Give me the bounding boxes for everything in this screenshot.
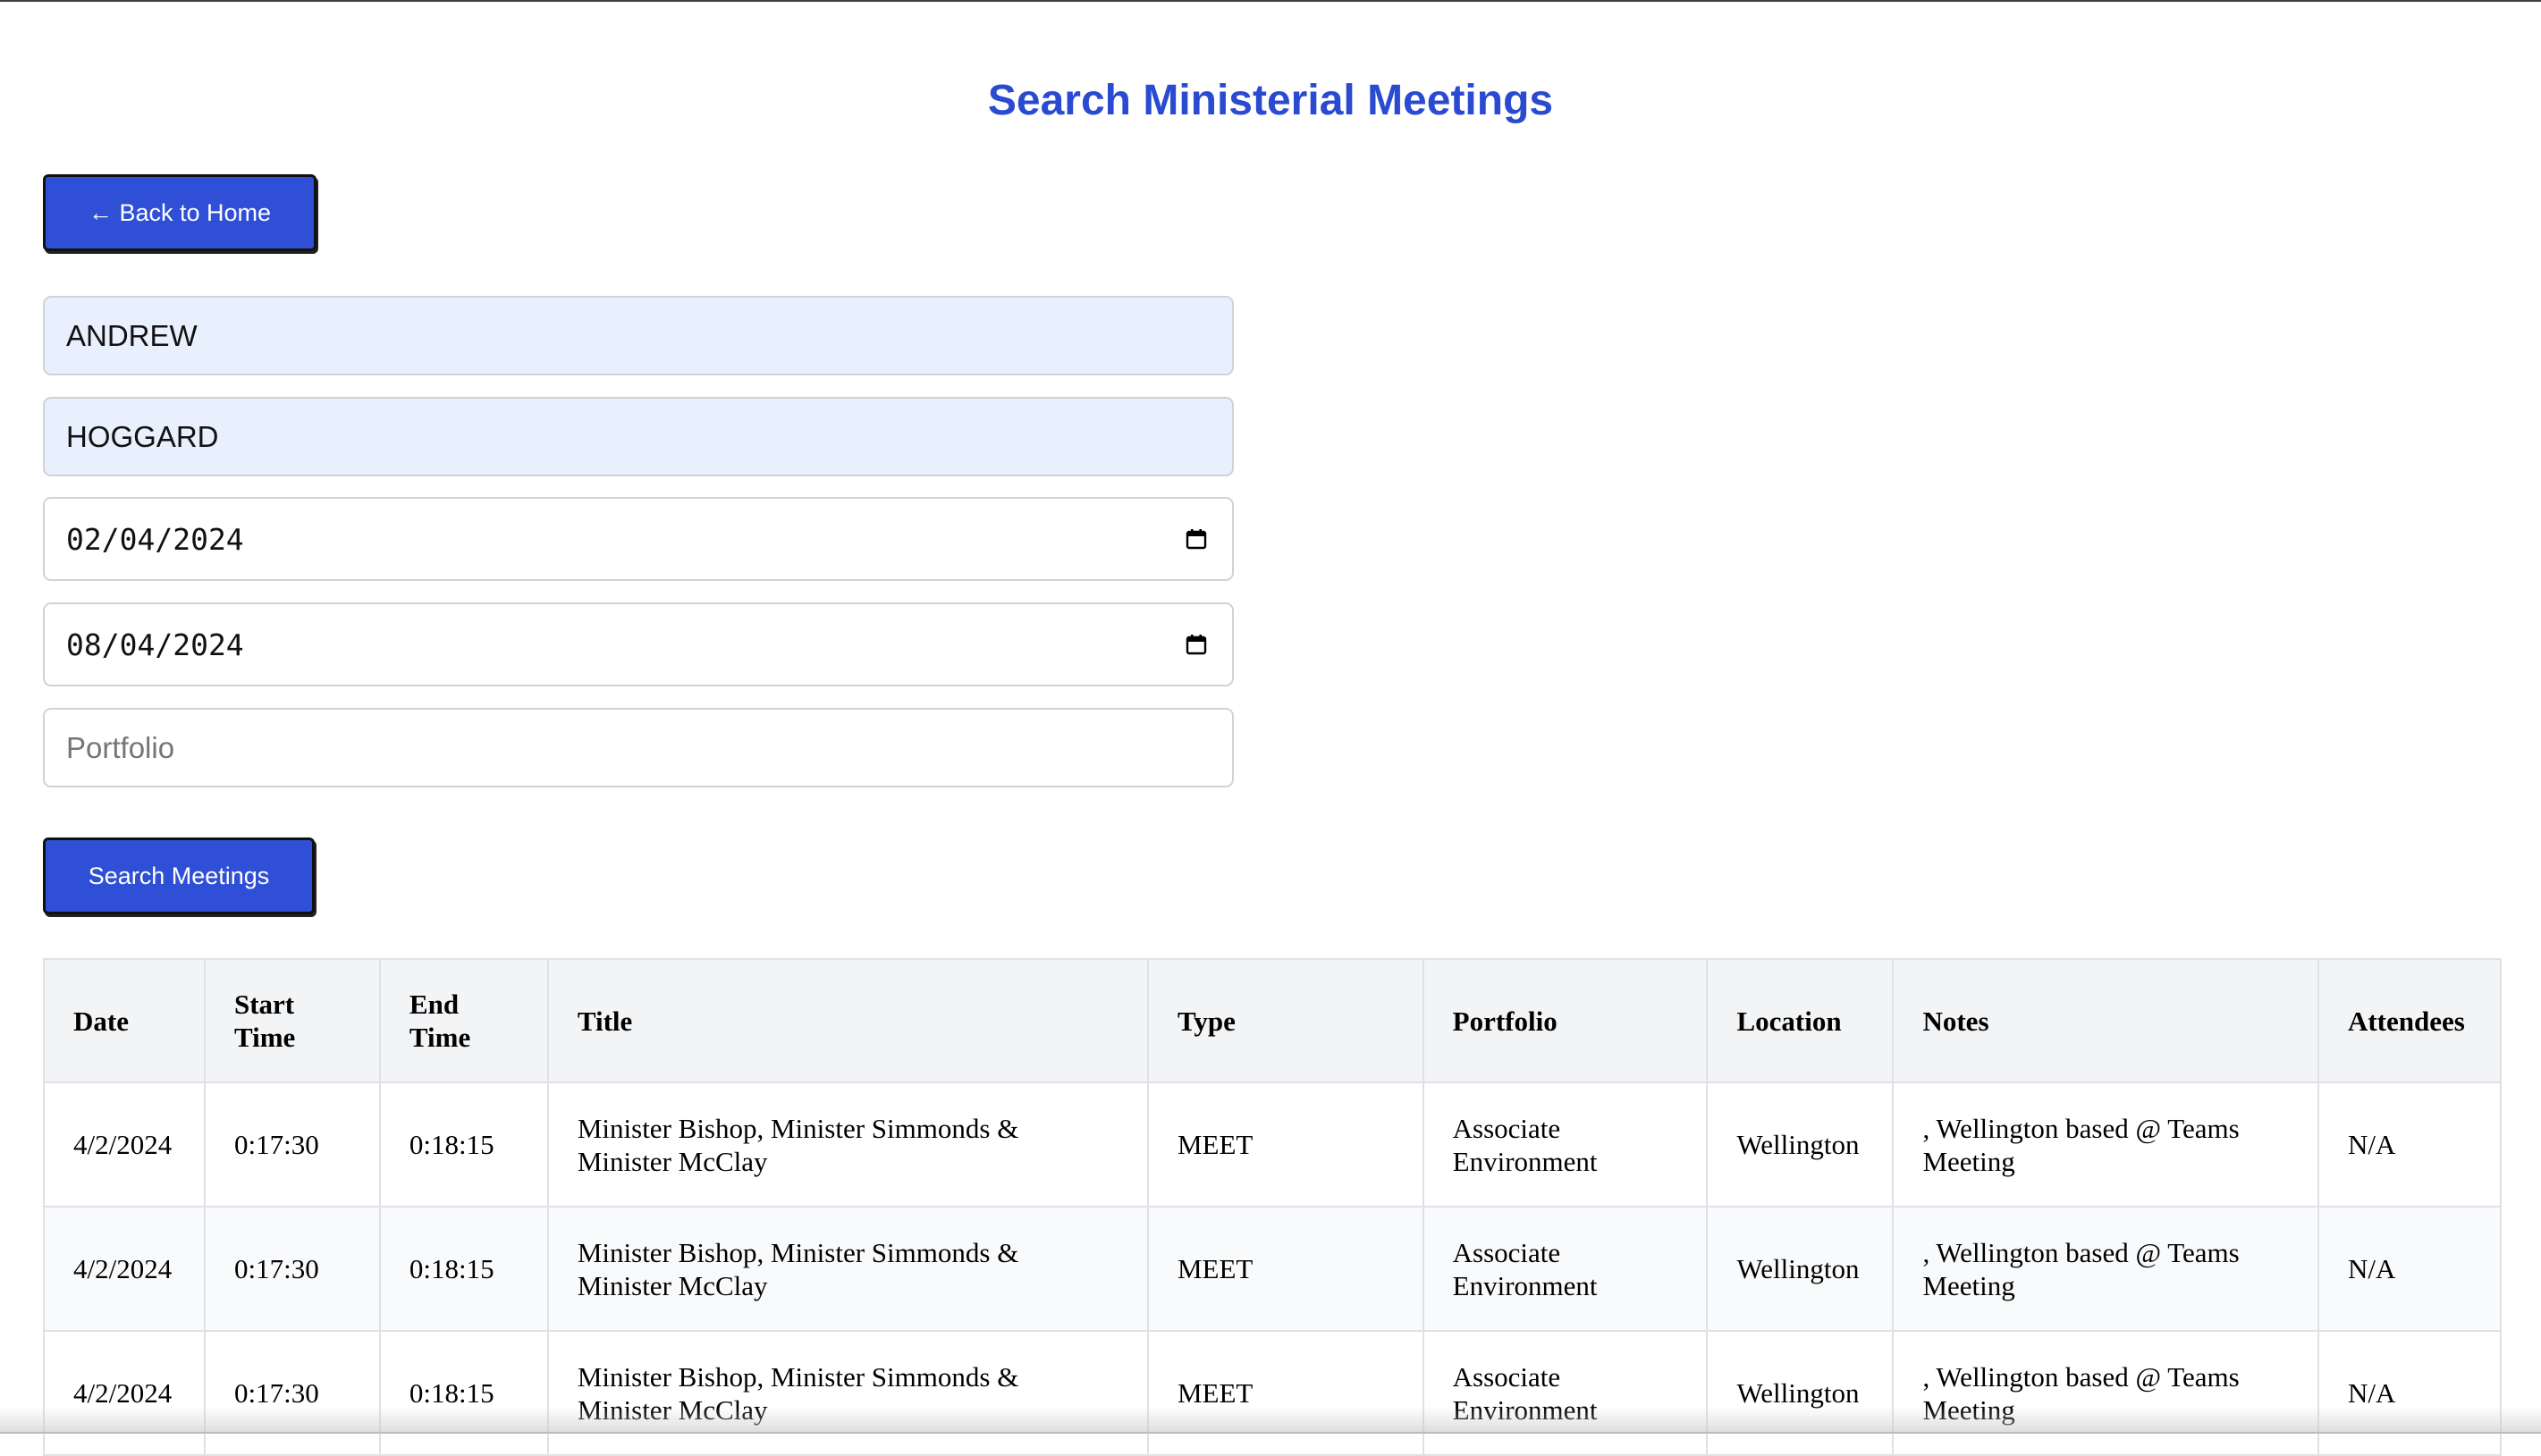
- cell-end-time: 0:18:15: [378, 1081, 549, 1208]
- column-header-title[interactable]: Title: [546, 958, 1149, 1083]
- end-date-input[interactable]: 08/04/2024: [43, 602, 1234, 686]
- start-date-value: 02/04/2024: [66, 521, 244, 557]
- column-header-date[interactable]: Date: [43, 958, 206, 1083]
- first-name-value: ANDREW: [66, 318, 198, 352]
- cell-end-time: 0:18:15: [378, 1206, 549, 1332]
- cell-location: Wellington: [1706, 1081, 1895, 1208]
- column-header-type[interactable]: Type: [1146, 958, 1424, 1083]
- back-to-home-button[interactable]: ← Back to Home: [43, 174, 317, 251]
- end-date-value: 08/04/2024: [66, 627, 244, 662]
- cell-type: MEET: [1146, 1330, 1424, 1456]
- cell-date: 4/2/2024: [43, 1330, 206, 1456]
- portfolio-placeholder: Portfolio: [66, 730, 175, 764]
- cell-title: Minister Bishop, Minister Simmonds & Min…: [546, 1081, 1149, 1208]
- table-row[interactable]: 4/2/2024 0:17:30 0:18:15 Minister Bishop…: [43, 1081, 2503, 1208]
- calendar-icon[interactable]: [1186, 528, 1207, 550]
- column-header-attendees[interactable]: Attendees: [2317, 958, 2503, 1083]
- cell-start-time: 0:17:30: [203, 1206, 381, 1332]
- cell-title: Minister Bishop, Minister Simmonds & Min…: [546, 1330, 1149, 1456]
- cell-type: MEET: [1146, 1206, 1424, 1332]
- cell-location: Wellington: [1706, 1330, 1895, 1456]
- table-header-row: Date Start Time End Time Title Type Port…: [43, 958, 2503, 1083]
- portfolio-input[interactable]: Portfolio: [43, 708, 1234, 787]
- cell-date: 4/2/2024: [43, 1081, 206, 1208]
- cell-attendees: N/A: [2317, 1081, 2503, 1208]
- last-name-value: HOGGARD: [66, 419, 219, 453]
- last-name-input[interactable]: HOGGARD: [43, 397, 1234, 476]
- cell-start-time: 0:17:30: [203, 1330, 381, 1456]
- cell-portfolio: Associate Environment: [1422, 1330, 1709, 1456]
- cell-attendees: N/A: [2317, 1330, 2503, 1456]
- cell-notes: , Wellington based @ Teams Meeting: [1892, 1206, 2319, 1332]
- cell-title: Minister Bishop, Minister Simmonds & Min…: [546, 1206, 1149, 1332]
- first-name-input[interactable]: ANDREW: [43, 296, 1234, 375]
- column-header-start-time[interactable]: Start Time: [203, 958, 381, 1083]
- page-title: Search Ministerial Meetings: [987, 77, 1554, 124]
- window-bottom-edge: [0, 1407, 2541, 1434]
- table-row[interactable]: 4/2/2024 0:17:30 0:18:15 Minister Bishop…: [43, 1330, 2503, 1456]
- cell-start-time: 0:17:30: [203, 1081, 381, 1208]
- cell-attendees: N/A: [2317, 1206, 2503, 1332]
- cell-location: Wellington: [1706, 1206, 1895, 1332]
- column-header-notes[interactable]: Notes: [1892, 958, 2319, 1083]
- cell-end-time: 0:18:15: [378, 1330, 549, 1456]
- column-header-end-time[interactable]: End Time: [378, 958, 549, 1083]
- column-header-portfolio[interactable]: Portfolio: [1422, 958, 1709, 1083]
- calendar-icon[interactable]: [1186, 634, 1207, 655]
- cell-notes: , Wellington based @ Teams Meeting: [1892, 1081, 2319, 1208]
- start-date-input[interactable]: 02/04/2024: [43, 497, 1234, 581]
- cell-notes: , Wellington based @ Teams Meeting: [1892, 1330, 2319, 1456]
- cell-date: 4/2/2024: [43, 1206, 206, 1332]
- cell-type: MEET: [1146, 1081, 1424, 1208]
- column-header-location[interactable]: Location: [1706, 958, 1895, 1083]
- table-row[interactable]: 4/2/2024 0:17:30 0:18:15 Minister Bishop…: [43, 1206, 2503, 1332]
- cell-portfolio: Associate Environment: [1422, 1081, 1709, 1208]
- search-meetings-button[interactable]: Search Meetings: [43, 837, 315, 914]
- cell-portfolio: Associate Environment: [1422, 1206, 1709, 1332]
- meetings-table: Date Start Time End Time Title Type Port…: [43, 958, 2503, 1456]
